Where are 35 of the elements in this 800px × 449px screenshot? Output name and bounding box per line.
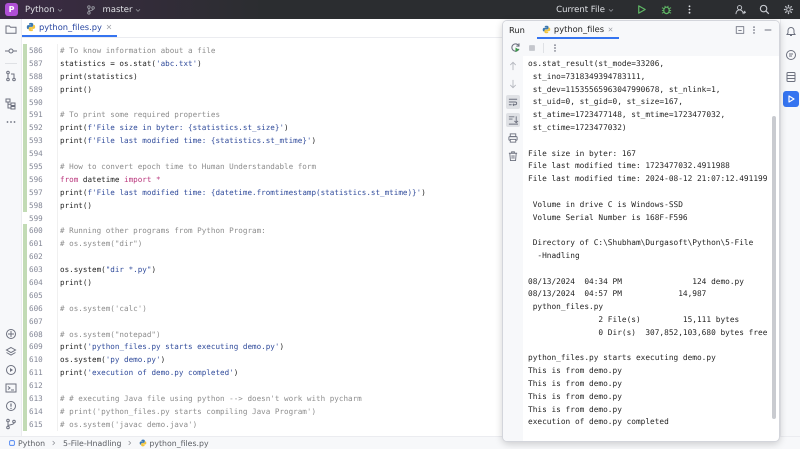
debug-icon[interactable] [661, 4, 672, 15]
pull-request-icon[interactable] [4, 70, 16, 82]
branch-icon [86, 4, 96, 14]
layers-icon[interactable] [4, 346, 16, 358]
run-icon[interactable] [782, 91, 798, 107]
branch-icon[interactable] [4, 418, 16, 430]
folder-icon[interactable] [4, 23, 16, 35]
settings-icon[interactable] [783, 4, 794, 15]
close-icon[interactable] [104, 23, 113, 31]
close-icon[interactable] [607, 26, 614, 32]
structure-icon[interactable] [4, 98, 16, 110]
project-selector[interactable]: Python [22, 2, 68, 17]
warning-icon[interactable] [4, 400, 16, 412]
search-icon[interactable] [759, 4, 770, 15]
run-icon[interactable] [636, 4, 647, 15]
file-tab[interactable]: python_files.py [22, 19, 117, 37]
python-file-icon [26, 22, 36, 32]
layout-icon[interactable] [735, 25, 745, 35]
python-file-icon [139, 439, 148, 447]
play-circle-icon[interactable] [4, 364, 16, 376]
print-icon[interactable] [506, 131, 520, 145]
terminal-icon[interactable] [4, 382, 16, 394]
account-icon[interactable] [735, 4, 746, 15]
panel-title: Run [509, 25, 525, 35]
wrap-icon[interactable] [506, 95, 520, 109]
scrollbar[interactable] [772, 116, 776, 419]
trash-icon[interactable] [506, 149, 520, 163]
scroll-end-icon[interactable] [506, 113, 520, 127]
package-icon[interactable] [4, 328, 16, 340]
python-file-icon [542, 24, 551, 34]
project-icon [8, 439, 16, 447]
rerun-icon[interactable] [510, 42, 521, 53]
project-badge[interactable]: P [5, 3, 18, 16]
branch-selector[interactable]: master [83, 2, 146, 17]
run-config-selector[interactable]: Current File [553, 2, 618, 17]
